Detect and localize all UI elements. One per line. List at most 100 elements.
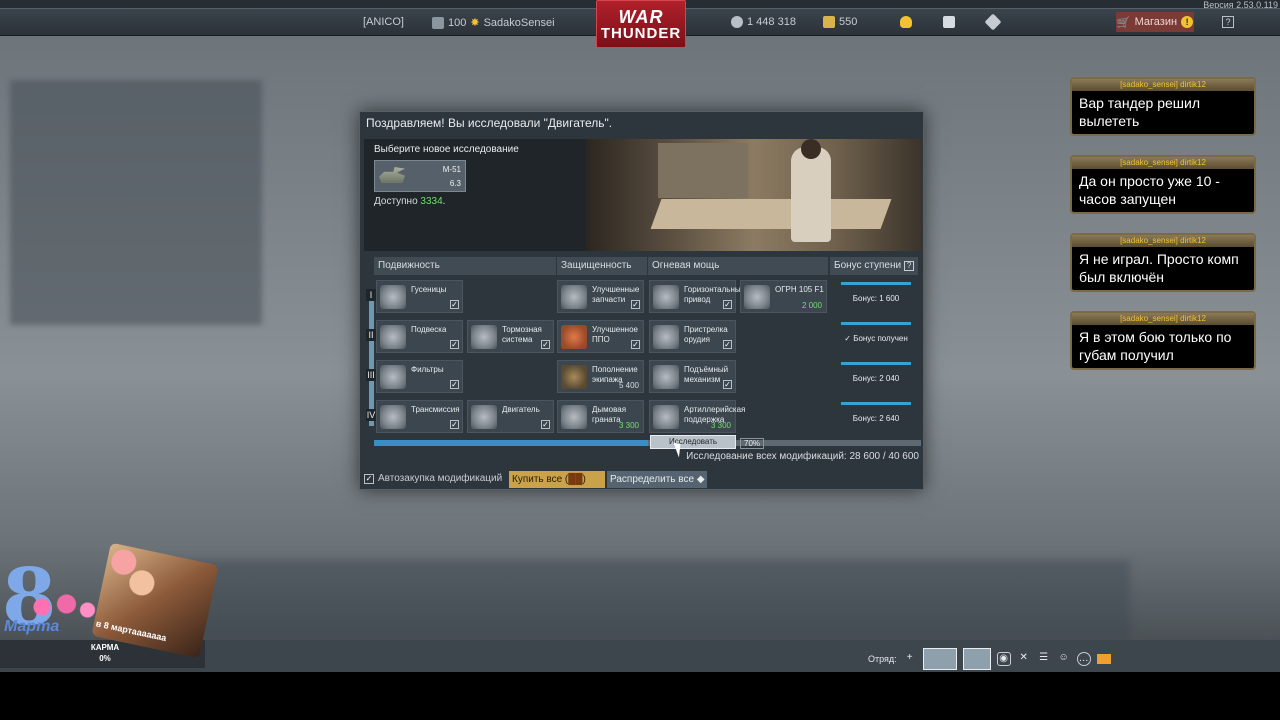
vehicle-br: 6.3 — [449, 179, 461, 188]
karma-display: КАРМА 0% — [90, 643, 120, 663]
buy-all-button[interactable]: Купить все (██) — [509, 471, 605, 488]
golden-eagles[interactable]: 550 — [823, 16, 857, 28]
war-thunder-logo[interactable]: WAR THUNDER — [596, 0, 686, 48]
march-caption: Марта — [4, 618, 60, 635]
eagle-cost-icon: ██ — [568, 474, 583, 485]
distribute-all-button[interactable]: Распределить все ◆ — [607, 471, 707, 488]
mod-artillery-support[interactable]: Артиллерийская поддержка 3 300 — [649, 400, 745, 433]
mod-horizontal-drive[interactable]: Горизонтальный привод ✓ — [649, 280, 745, 313]
chat-message: [sadako_sensei] dirtik12 Я не играл. Прос… — [1070, 233, 1256, 292]
letterbox-bottom — [0, 672, 1280, 720]
chat-icon[interactable]: … — [1076, 652, 1091, 666]
cart-icon: 🛒 — [1116, 16, 1131, 29]
available-rp: Доступно 3334. — [374, 196, 446, 207]
dialog-footer: ✓ Автозакупка модификаций Купить все (██… — [360, 469, 923, 489]
mod-shell-ogrn[interactable]: ОГРН 105 F1 2 000 — [740, 280, 827, 313]
contacts-icon[interactable]: ☺ — [1057, 652, 1071, 666]
checked-icon: ✓ — [541, 340, 550, 349]
tier-label: II — [366, 329, 376, 341]
engine-icon — [471, 405, 497, 429]
checked-icon: ✓ — [723, 340, 732, 349]
choose-research-panel: Выберите новое исследование M-51 6.3 Дос… — [364, 139, 586, 251]
squad-bar: Отряд: + ◉ ✕ ☰ ☺ … — [868, 648, 1111, 670]
player-name: SadakoSensei — [483, 16, 555, 29]
artillery-icon — [653, 405, 679, 429]
tier-label: I — [366, 289, 376, 301]
mod-elevation-mechanism[interactable]: Подъёмный механизм ✓ — [649, 360, 736, 393]
vehicle-name: M-51 — [442, 165, 461, 174]
mod-improved-parts[interactable]: Улучшенные запчасти ✓ — [557, 280, 644, 313]
mod-suspension[interactable]: Подвеска ✓ — [376, 320, 463, 353]
mod-crew-replenishment[interactable]: Пополнение экипажа 5 400 — [557, 360, 644, 393]
mod-transmission[interactable]: Трансмиссия ✓ — [376, 400, 463, 433]
shop-label: Магазин — [1134, 16, 1178, 28]
chat-message: [sadako_sensei] dirtik12 Вар тандер решил… — [1070, 77, 1256, 136]
suspension-icon — [380, 325, 406, 349]
mod-engine[interactable]: Двигатель ✓ — [467, 400, 554, 433]
gun-icon — [653, 325, 679, 349]
dialog-title: Поздравляем! Вы исследовали "Двигатель". — [366, 116, 613, 130]
checked-icon: ✓ — [631, 340, 640, 349]
vehicle-card[interactable]: M-51 6.3 — [374, 160, 466, 192]
smoke-grenade-icon — [561, 405, 587, 429]
mod-improved-fpe[interactable]: Улучшенное ППО ✓ — [557, 320, 644, 353]
bonus-fill — [841, 322, 911, 325]
research-complete-dialog: Поздравляем! Вы исследовали "Двигатель".… — [359, 111, 924, 490]
background-panel — [10, 80, 262, 325]
checked-icon: ✓ — [631, 300, 640, 309]
shop-alert-icon: ! — [1181, 16, 1194, 28]
filter-icon — [380, 365, 406, 389]
header-mobility: Подвижность — [374, 257, 556, 275]
tier-bonus: ✓ Бонус получен — [831, 320, 921, 358]
add-member-icon[interactable]: + — [903, 652, 917, 666]
bonus-help-icon[interactable]: ? — [904, 261, 915, 271]
help-button[interactable]: ? — [1222, 16, 1234, 28]
research-percent: 70% — [740, 438, 765, 449]
lightbulb-icon[interactable] — [900, 16, 912, 28]
silver-lions[interactable]: 1 448 318 — [731, 16, 796, 28]
tier-label: III — [366, 369, 376, 381]
crate-icon[interactable] — [943, 16, 955, 28]
choose-label: Выберите новое исследование — [374, 144, 519, 155]
ticket-icon[interactable] — [984, 13, 1002, 31]
close-icon[interactable]: ✕ — [1017, 652, 1031, 666]
bonus-fill — [841, 402, 911, 405]
profile-button[interactable]: 100 ✸ SadakoSensei — [432, 16, 555, 29]
mail-icon[interactable] — [1096, 654, 1111, 664]
header-protection: Защищенность — [557, 257, 647, 275]
squadron-tag[interactable]: [ANICO] — [363, 16, 404, 28]
mod-smoke-grenade[interactable]: Дымовая граната 3 300 — [557, 400, 644, 433]
mod-brakes[interactable]: Тормозная система ✓ — [467, 320, 554, 353]
checked-icon: ✓ — [450, 300, 459, 309]
auto-buy-toggle[interactable]: ✓ Автозакупка модификаций — [364, 473, 502, 484]
progress-fill — [374, 440, 648, 446]
golden-eagle-icon — [823, 16, 835, 28]
bonus-fill — [841, 282, 911, 285]
tracks-icon — [380, 285, 406, 309]
tier-bonus: Бонус: 2 640 — [831, 400, 921, 438]
shell-icon — [744, 285, 770, 309]
transmission-icon — [380, 405, 406, 429]
tier-bonus: Бонус: 1 600 — [831, 280, 921, 318]
squad-member-avatar[interactable] — [962, 648, 991, 670]
list-icon[interactable]: ☰ — [1037, 652, 1051, 666]
mod-tracks[interactable]: Гусеницы ✓ — [376, 280, 463, 313]
squad-label: Отряд: — [868, 654, 897, 664]
research-illustration — [586, 139, 921, 251]
mod-filters[interactable]: Фильтры ✓ — [376, 360, 463, 393]
headset-icon[interactable]: ◉ — [996, 652, 1011, 666]
profile-icon — [432, 16, 444, 29]
bonus-received: ✓ Бонус получен — [844, 334, 908, 343]
research-button[interactable]: Исследовать — [650, 435, 736, 449]
level-star-icon: ✸ — [470, 17, 480, 29]
bonus-fill — [841, 362, 911, 365]
checked-icon: ✓ — [723, 300, 732, 309]
research-progress-bar — [374, 440, 921, 446]
tier-line — [369, 294, 374, 426]
elevation-icon — [653, 365, 679, 389]
tank-icon — [379, 167, 405, 183]
turret-drive-icon — [653, 285, 679, 309]
mod-gun-adjustment[interactable]: Пристрелка орудия ✓ — [649, 320, 736, 353]
shop-button[interactable]: 🛒 Магазин ! — [1116, 12, 1194, 32]
squad-member-avatar[interactable] — [922, 648, 957, 670]
